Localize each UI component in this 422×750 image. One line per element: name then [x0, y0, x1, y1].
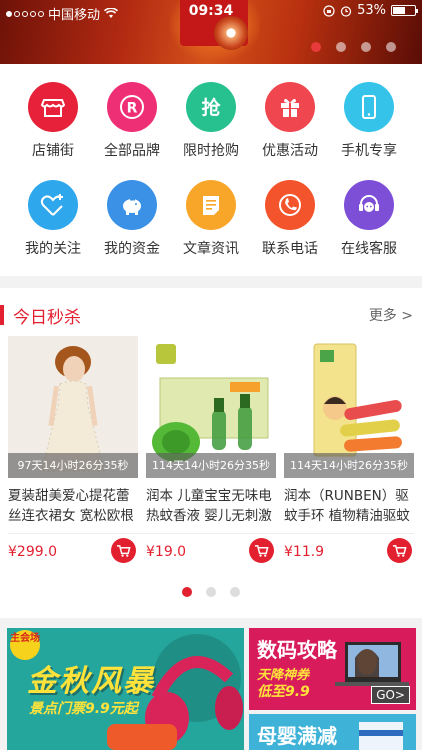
rotation-lock-icon — [323, 4, 335, 17]
product-pager — [182, 587, 240, 597]
gift-icon — [265, 82, 315, 132]
banner-page-dot[interactable] — [311, 42, 321, 52]
promo-digital[interactable]: 数码攻略 天降神券 低至9.9 GO> — [249, 628, 416, 710]
nav-label: 限时抢购 — [183, 143, 239, 159]
section-accent-bar — [0, 305, 4, 325]
countdown-timer: 114天14小时26分35秒 — [146, 453, 276, 478]
nav-online-service[interactable]: 在线客服 — [327, 180, 411, 258]
product-price: ¥11.9 — [284, 544, 325, 560]
nav-all-brands[interactable]: R 全部品牌 — [90, 82, 174, 160]
countdown-timer: 114天14小时26分35秒 — [284, 453, 414, 478]
banner-page-dot[interactable] — [386, 42, 396, 52]
nav-mobile-exclusive[interactable]: 手机专享 — [327, 82, 411, 160]
product-price: ¥299.0 — [8, 544, 57, 560]
promo-main-venue[interactable]: 主会场 金秋风暴 景点门票9.9元起 — [7, 628, 244, 750]
phone-icon — [344, 82, 394, 132]
top-banner[interactable]: 中国移动 09:34 53% — [0, 0, 422, 64]
cart-icon — [254, 545, 269, 557]
telephone-icon — [265, 180, 315, 230]
heart-plus-icon — [28, 180, 78, 230]
promo-subline: 景点门票9.9元起 — [29, 701, 138, 717]
add-to-cart-button[interactable] — [387, 538, 412, 563]
svg-text:抢: 抢 — [201, 96, 221, 119]
nav-articles[interactable]: 文章资讯 — [169, 180, 253, 258]
flash-sale-title: 今日秒杀 — [13, 308, 81, 328]
nav-label: 全部品牌 — [104, 143, 160, 159]
nav-label: 联系电话 — [262, 241, 318, 257]
nav-my-favorites[interactable]: 我的关注 — [11, 180, 95, 258]
add-to-cart-button[interactable] — [249, 538, 274, 563]
promo-headline: 母婴满减 — [257, 724, 337, 748]
banner-pager — [311, 42, 396, 52]
nav-flash-sale[interactable]: 抢 限时抢购 — [169, 82, 253, 160]
shop-icon — [28, 82, 78, 132]
alarm-icon — [340, 5, 352, 17]
nav-label: 优惠活动 — [262, 143, 318, 159]
product-card[interactable]: 97天14小时26分35秒 夏装甜美爱心提花蕾丝连衣裙女 宽松欧根 ¥299.0 — [8, 336, 138, 566]
piggy-bank-icon — [107, 180, 157, 230]
nav-label: 文章资讯 — [183, 241, 239, 257]
product-card[interactable]: 114天14小时26分35秒 润本（RUNBEN）驱蚊手环 植物精油驱蚊 ¥11… — [284, 336, 414, 566]
go-button[interactable]: GO> — [371, 686, 410, 704]
flash-sale-section: 今日秒杀 更多 > 97天14小时26分35秒 夏装甜美爱心提花蕾丝连衣裙女 宽… — [0, 288, 422, 618]
product-name[interactable]: 润本（RUNBEN）驱蚊手环 植物精油驱蚊 — [284, 486, 412, 526]
cart-icon — [116, 545, 131, 557]
flash-sale-icon: 抢 — [186, 82, 236, 132]
nav-label: 在线客服 — [341, 241, 397, 257]
nav-label: 我的关注 — [25, 241, 81, 257]
quick-nav-grid: 店铺街 R 全部品牌 抢 限时抢购 优惠活动 手机专享 我的关注 我的资金 文章… — [0, 64, 422, 276]
nav-label: 店铺街 — [32, 143, 74, 159]
nav-promotions[interactable]: 优惠活动 — [248, 82, 332, 160]
battery-percent: 53% — [357, 3, 386, 18]
more-link[interactable]: 更多 > — [369, 305, 413, 325]
brand-icon: R — [107, 82, 157, 132]
add-to-cart-button[interactable] — [111, 538, 136, 563]
divider — [8, 533, 414, 534]
nav-my-funds[interactable]: 我的资金 — [90, 180, 174, 258]
customer-service-icon — [344, 180, 394, 230]
nav-label: 手机专享 — [341, 143, 397, 159]
product-page-dot[interactable] — [182, 587, 192, 597]
status-right: 53% — [323, 3, 418, 18]
product-card[interactable]: 114天14小时26分35秒 润本 儿童宝宝无味电热蚊香液 婴儿无刺激 ¥19.… — [146, 336, 276, 566]
article-icon — [186, 180, 236, 230]
banner-page-dot[interactable] — [361, 42, 371, 52]
status-bar: 中国移动 09:34 53% — [0, 0, 422, 24]
promo-headline: 数码攻略 — [257, 638, 337, 662]
promo-section: 主会场 金秋风暴 景点门票9.9元起 数码攻略 天降神券 低至9.9 GO> 母… — [0, 618, 422, 750]
promo-line: 低至9.9 — [257, 684, 310, 700]
nav-contact-phone[interactable]: 联系电话 — [248, 180, 332, 258]
battery-icon — [391, 5, 418, 16]
product-page-dot[interactable] — [206, 587, 216, 597]
cart-icon — [392, 545, 407, 557]
banner-page-dot[interactable] — [336, 42, 346, 52]
product-name[interactable]: 润本 儿童宝宝无味电热蚊香液 婴儿无刺激 — [146, 486, 274, 526]
product-name[interactable]: 夏装甜美爱心提花蕾丝连衣裙女 宽松欧根 — [8, 486, 136, 526]
nav-label: 我的资金 — [104, 241, 160, 257]
nav-shop-street[interactable]: 店铺街 — [11, 82, 95, 160]
promo-baby[interactable]: 母婴满减 — [249, 714, 416, 750]
product-price: ¥19.0 — [146, 544, 187, 560]
svg-text:R: R — [127, 101, 138, 117]
countdown-timer: 97天14小时26分35秒 — [8, 453, 138, 478]
product-page-dot[interactable] — [230, 587, 240, 597]
promo-headline: 金秋风暴 — [27, 664, 155, 699]
